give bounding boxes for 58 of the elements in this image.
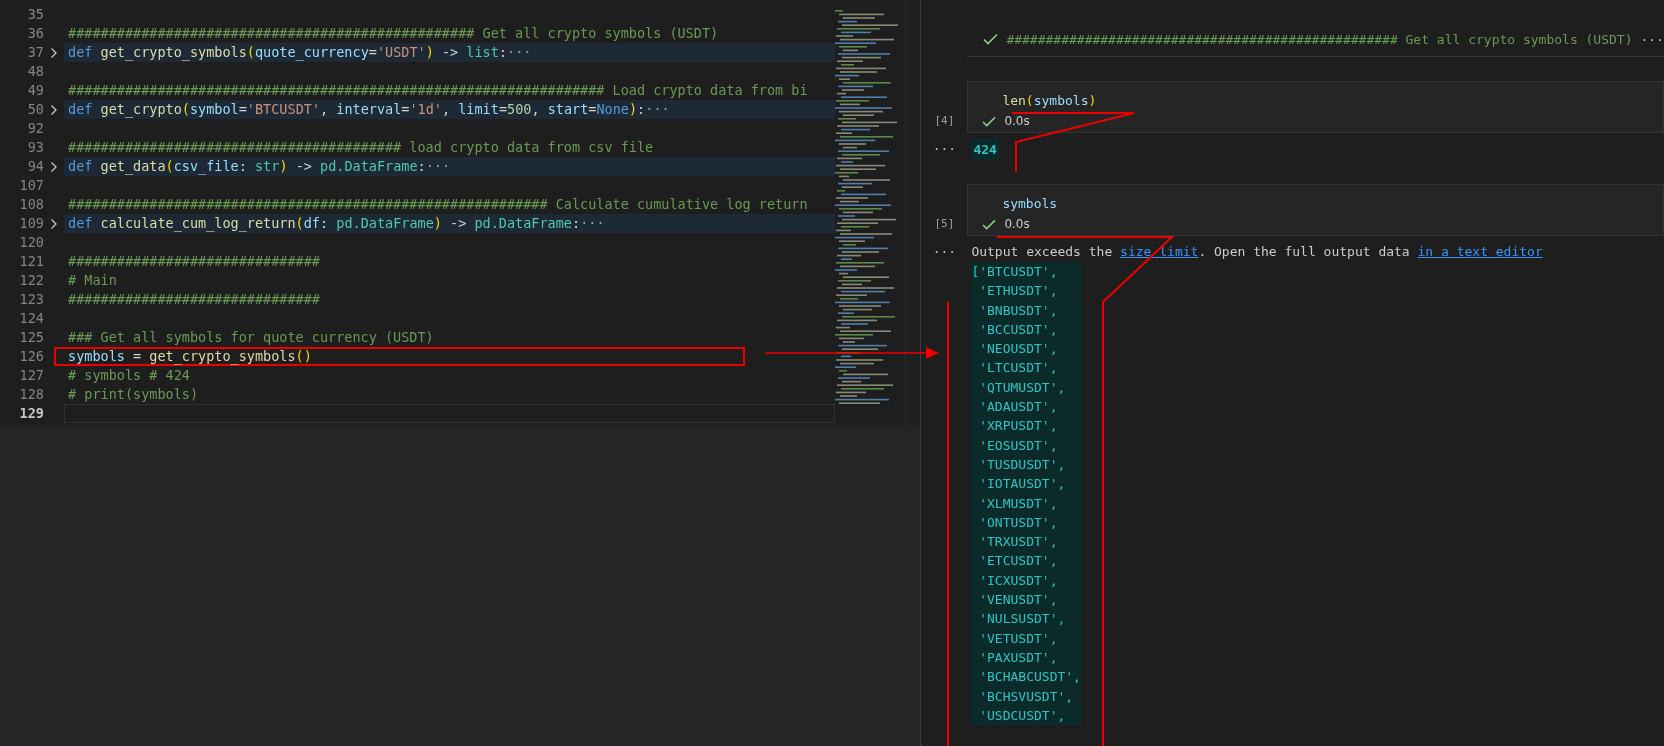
line-number: 124 xyxy=(18,309,44,328)
code-line: ########################################################### Calculate cumulative log return xyxy=(68,196,808,212)
line-number: 125 xyxy=(18,328,44,347)
line-number: 121 xyxy=(18,252,44,271)
more-indicator[interactable]: ··· xyxy=(932,244,957,259)
more-indicator[interactable]: ··· xyxy=(932,141,957,156)
line-number: 120 xyxy=(18,233,44,252)
code-line: ############################### xyxy=(68,291,320,307)
code-line: # symbols # 424 xyxy=(68,367,190,383)
line-number: 37 xyxy=(26,43,44,62)
line-number: 128 xyxy=(18,385,44,404)
link[interactable]: size limit xyxy=(1120,244,1199,259)
link[interactable]: in a text editor xyxy=(1417,244,1543,259)
chevron-right-icon[interactable] xyxy=(50,46,58,59)
line-number: 126 xyxy=(18,347,44,366)
line-number: 49 xyxy=(26,81,44,100)
line-number: 127 xyxy=(18,366,44,385)
collapsed-cell-text: ################################################## Get all crypto symbols (USDT) xyxy=(1006,31,1633,47)
chevron-right-icon[interactable] xyxy=(50,217,58,230)
line-number: 109 xyxy=(18,214,44,233)
chevron-right-icon[interactable] xyxy=(50,103,58,116)
code-line: def get_crypto_symbols(quote_currency='USDT') -> list:··· xyxy=(68,44,532,60)
more-indicator[interactable]: ··· xyxy=(1640,31,1664,47)
code-line: ################################################################## Load crypto data from bi xyxy=(68,82,808,98)
line-number: 129 xyxy=(18,404,44,423)
code-line: def get_crypto(symbol='BTCUSDT', interval='1d', limit=500, start=None):··· xyxy=(68,101,670,117)
line-number: 93 xyxy=(26,138,44,157)
code-line: len(symbols) xyxy=(1002,93,1097,108)
code-line: symbols = get_crypto_symbols() xyxy=(68,348,312,364)
line-number: 123 xyxy=(18,290,44,309)
line-number: 94 xyxy=(26,157,44,176)
line-number: 122 xyxy=(18,271,44,290)
execution-time: 0.0s xyxy=(1004,217,1030,231)
output-message: . Open the full output data xyxy=(1198,244,1411,259)
code-cell[interactable]: symbols 0.0s xyxy=(967,184,1664,236)
line-number: 48 xyxy=(26,62,44,81)
output-value: 424 xyxy=(971,139,999,160)
line-number: 108 xyxy=(18,195,44,214)
code-line: def calculate_cum_log_return(df: pd.DataFrame) -> pd.DataFrame:··· xyxy=(68,215,605,231)
execution-count: [4] xyxy=(934,114,955,129)
code-line: # print(symbols) xyxy=(68,386,199,402)
line-number: 36 xyxy=(26,24,44,43)
line-number: 50 xyxy=(26,100,44,119)
line-number: 35 xyxy=(26,5,44,24)
code-line: ######################################### load crypto data from csv file xyxy=(68,139,654,155)
execution-count: [5] xyxy=(934,217,955,232)
code-line: # Main xyxy=(68,272,117,288)
code-line: def get_data(csv_file: str) -> pd.DataFrame:··· xyxy=(68,158,451,174)
line-number: 107 xyxy=(18,176,44,195)
code-line: symbols xyxy=(1002,196,1058,211)
execution-time: 0.0s xyxy=(1004,114,1030,128)
code-line: ################################################## Get all crypto symbols (USDT) xyxy=(68,25,719,41)
chevron-right-icon[interactable] xyxy=(50,160,58,173)
code-line: ### Get all symbols for quote currency (USDT) xyxy=(68,329,434,345)
code-line: ############################### xyxy=(68,253,320,269)
code-cell[interactable]: len(symbols) 0.0s xyxy=(967,81,1664,133)
line-number: 92 xyxy=(26,119,44,138)
output-message: Output exceeds the xyxy=(971,244,1114,259)
